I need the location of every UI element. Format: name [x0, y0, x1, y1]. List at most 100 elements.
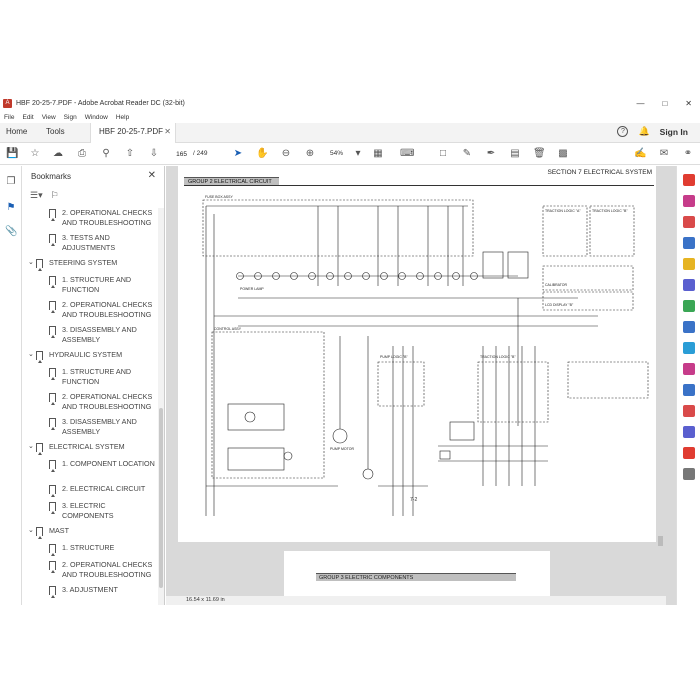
bookmark-item[interactable]: 3. ADJUSTMENT — [49, 585, 158, 598]
delete-icon[interactable]: 🗑 — [533, 148, 546, 160]
search-icon[interactable]: ⚲ — [100, 148, 112, 160]
document-scrollbar[interactable] — [656, 166, 666, 596]
fill-sign-icon[interactable] — [683, 363, 695, 375]
draw-icon[interactable]: ✒ — [485, 148, 497, 160]
highlight-pen-icon[interactable]: ✎ — [461, 148, 473, 160]
sign-pen-icon[interactable]: ✍ — [634, 148, 646, 160]
zoom-level[interactable]: 54% — [330, 148, 343, 159]
page-up-icon[interactable]: ⇧ — [124, 148, 136, 160]
acrobat-window: A HBF 20-25-7.PDF - Adobe Acrobat Reader… — [0, 95, 700, 605]
minimize-icon[interactable]: — — [636, 99, 644, 108]
bookmark-search-icon[interactable]: ⚐ — [51, 190, 59, 201]
scan-ocr-icon[interactable] — [683, 342, 695, 354]
bookmark-item[interactable]: 3. DISASSEMBLY AND ASSEMBLY — [49, 417, 158, 437]
prepare-form-icon[interactable] — [683, 426, 695, 438]
bookmarks-scroll-thumb[interactable] — [159, 408, 163, 588]
close-icon[interactable]: ✕ — [685, 99, 692, 108]
create-pdf-icon[interactable] — [683, 195, 695, 207]
pdf-page: SECTION 7 ELECTRICAL SYSTEM GROUP 2 ELEC… — [178, 166, 656, 542]
bookmark-item[interactable]: 3. DISASSEMBLY AND ASSEMBLY — [49, 325, 158, 345]
zoom-out-icon[interactable]: ⊖ — [280, 148, 292, 160]
bookmark-item[interactable]: 3. TESTS AND ADJUSTMENTS — [49, 233, 158, 253]
bookmark-section[interactable]: ⌄ ELECTRICAL SYSTEM — [28, 442, 125, 455]
bookmark-item[interactable]: 2. OPERATIONAL CHECKS AND TROUBLESHOOTIN… — [49, 300, 158, 320]
bookmark-flag-icon — [49, 393, 56, 405]
chevron-down-icon[interactable]: ⌄ — [28, 350, 36, 360]
bookmarks-title: Bookmarks — [31, 172, 72, 181]
bookmark-item[interactable]: 2. ELECTRICAL CIRCUIT — [49, 484, 158, 497]
menu-view[interactable]: View — [42, 114, 56, 121]
bookmark-section[interactable]: ⌄ STEERING SYSTEM — [28, 258, 117, 271]
organize-pages-icon[interactable] — [683, 300, 695, 312]
close-bookmarks-icon[interactable]: ✕ — [148, 170, 156, 181]
bookmark-label: 2. OPERATIONAL CHECKS AND TROUBLESHOOTIN… — [62, 208, 153, 227]
maximize-icon[interactable]: □ — [662, 99, 667, 108]
zoom-in-icon[interactable]: ⊕ — [304, 148, 316, 160]
export-pdf-icon[interactable] — [683, 174, 695, 186]
page-number-input[interactable]: 165 — [170, 148, 190, 159]
bookmark-item[interactable]: 2. OPERATIONAL CHECKS AND TROUBLESHOOTIN… — [49, 560, 158, 580]
menu-sign[interactable]: Sign — [64, 114, 77, 121]
menu-edit[interactable]: Edit — [22, 114, 33, 121]
page-down-icon[interactable]: ⇩ — [148, 148, 160, 160]
bookmark-section[interactable]: ⌄ HYDRAULIC SYSTEM — [28, 350, 122, 363]
help-icon[interactable]: ? — [617, 126, 629, 137]
more-tools-icon[interactable] — [683, 468, 695, 480]
bookmark-star-icon[interactable]: ☆ — [29, 148, 41, 160]
bookmarks-panel-icon[interactable]: ⚑ — [5, 202, 17, 214]
stamp-icon[interactable]: ▤ — [509, 148, 521, 160]
bookmark-flag-icon — [49, 544, 56, 556]
bookmark-flag-icon — [36, 443, 43, 455]
bookmark-item[interactable]: 1. STRUCTURE — [49, 543, 158, 556]
close-tab-icon[interactable]: ✕ — [164, 127, 171, 136]
select-cursor-icon[interactable]: ➤ — [232, 148, 244, 160]
protect-icon[interactable] — [683, 384, 695, 396]
share-icon[interactable]: ⚭ — [682, 148, 694, 160]
chevron-down-icon[interactable]: ⌄ — [28, 442, 36, 452]
tab-document[interactable]: HBF 20-25-7.PDF ✕ — [90, 123, 176, 143]
keyboard-icon[interactable]: ⌨ — [400, 148, 414, 160]
redact-tool-icon[interactable] — [683, 405, 695, 417]
zoom-dropdown-icon[interactable]: ▾ — [352, 148, 364, 160]
menu-window[interactable]: Window — [85, 114, 108, 121]
bell-icon[interactable]: 🔔 — [638, 126, 649, 137]
chevron-down-icon[interactable]: ⌄ — [28, 526, 36, 536]
menu-help[interactable]: Help — [116, 114, 129, 121]
bookmark-item[interactable]: 1. STRUCTURE AND FUNCTION — [49, 275, 158, 295]
bookmark-item[interactable]: 2. OPERATIONAL CHECKS AND TROUBLESHOOTIN… — [49, 392, 158, 412]
chevron-down-icon[interactable]: ⌄ — [28, 258, 36, 268]
page-thumbnails-icon[interactable]: ❐ — [5, 176, 17, 188]
print-icon[interactable]: ⎙ — [76, 148, 88, 160]
redact-icon[interactable]: ▩ — [557, 148, 569, 160]
comment-tool-icon[interactable] — [683, 258, 695, 270]
fit-page-icon[interactable]: ▦ — [372, 148, 384, 160]
bookmark-item[interactable]: 3. ELECTRIC COMPONENTS — [49, 501, 158, 521]
tab-tools[interactable]: Tools — [46, 127, 65, 136]
save-icon[interactable]: 💾 — [6, 148, 18, 160]
comment-icon[interactable]: □ — [437, 148, 449, 160]
bookmark-item[interactable]: 2. OPERATIONAL CHECKS AND TROUBLESHOOTIN… — [49, 208, 158, 228]
bookmark-label: 1. STRUCTURE — [62, 543, 115, 552]
bookmark-item[interactable]: 1. COMPONENT LOCATION — [49, 459, 158, 472]
bookmarks-panel: Bookmarks ✕ ☰▾ ⚐ 2. OPERATIONAL CHECKS A… — [22, 166, 165, 605]
attachments-icon[interactable]: 📎 — [5, 226, 17, 238]
document-view[interactable]: SECTION 7 ELECTRICAL SYSTEM GROUP 2 ELEC… — [166, 166, 676, 605]
bookmark-section[interactable]: ⌄ MAST — [28, 526, 69, 539]
export-word-icon[interactable] — [683, 237, 695, 249]
combine-files-icon[interactable] — [683, 279, 695, 291]
tab-home[interactable]: Home — [6, 127, 27, 136]
mail-icon[interactable]: ✉ — [658, 148, 670, 160]
sign-in-button[interactable]: Sign In — [660, 127, 688, 137]
menu-file[interactable]: File — [4, 114, 14, 121]
bookmarks-scrollbar[interactable] — [158, 208, 164, 605]
bookmark-item[interactable]: 1. STRUCTURE AND FUNCTION — [49, 367, 158, 387]
send-review-icon[interactable] — [683, 447, 695, 459]
bookmark-flag-icon — [49, 586, 56, 598]
upload-cloud-icon[interactable]: ☁ — [52, 148, 64, 160]
edit-pdf-icon[interactable] — [683, 216, 695, 228]
compress-pdf-icon[interactable] — [683, 321, 695, 333]
bookmark-options-icon[interactable]: ☰▾ — [30, 190, 43, 201]
document-scroll-thumb[interactable] — [658, 536, 663, 546]
hand-tool-icon[interactable]: ✋ — [256, 148, 268, 160]
title-bar: A HBF 20-25-7.PDF - Adobe Acrobat Reader… — [0, 95, 700, 112]
